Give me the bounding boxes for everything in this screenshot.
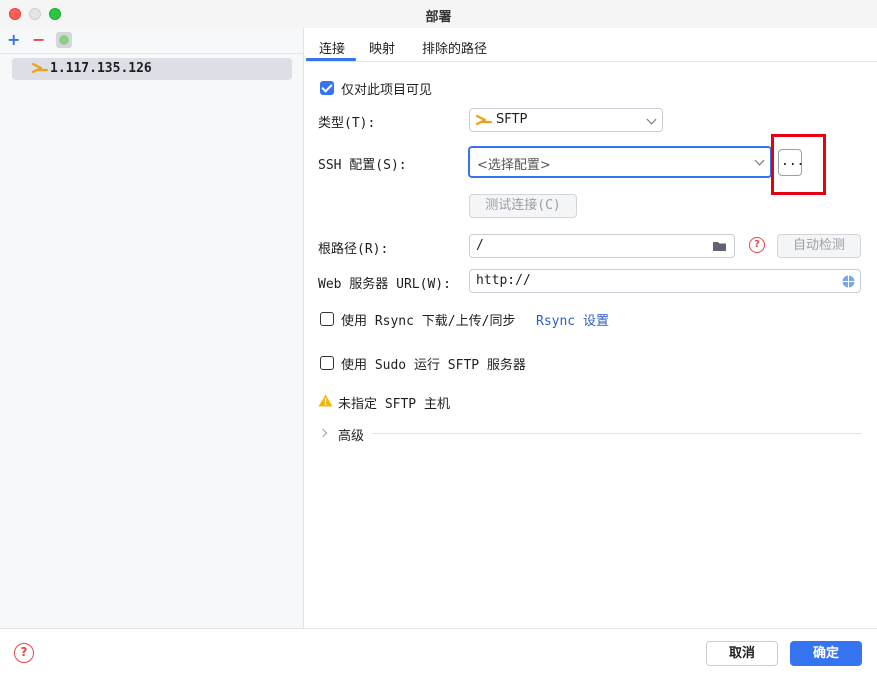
rsync-checkbox[interactable] bbox=[320, 312, 334, 326]
web-url-field[interactable]: http:// bbox=[469, 269, 861, 293]
help-icon[interactable]: ? bbox=[14, 643, 34, 663]
type-select[interactable]: SFTP bbox=[469, 108, 663, 132]
ssh-config-label: SSH 配置(S): bbox=[318, 158, 407, 173]
server-list-item[interactable]: 1.117.135.126 bbox=[12, 58, 292, 80]
autodetect-button[interactable]: 自动检测 bbox=[777, 234, 861, 258]
server-list-panel: + − 1.117.135.126 bbox=[0, 28, 304, 628]
ok-button[interactable]: 确定 bbox=[790, 641, 862, 666]
chevron-down-icon bbox=[754, 155, 765, 166]
rsync-label: 使用 Rsync 下载/上传/同步 bbox=[341, 314, 516, 329]
type-select-value: SFTP bbox=[496, 112, 528, 127]
ssh-config-select[interactable]: <选择配置> bbox=[468, 146, 772, 178]
highlight-annotation bbox=[771, 134, 826, 195]
sftp-icon bbox=[31, 61, 50, 77]
dialog-footer: ? 取消 确定 bbox=[0, 628, 877, 676]
title-bar: 部署 bbox=[0, 0, 877, 28]
tab-excluded-paths[interactable]: 排除的路径 bbox=[422, 38, 487, 57]
globe-icon[interactable] bbox=[842, 275, 855, 292]
sftp-icon bbox=[475, 113, 494, 133]
active-tab-indicator bbox=[306, 58, 356, 61]
tab-connection[interactable]: 连接 bbox=[319, 38, 345, 57]
warning-message: 未指定 SFTP 主机 bbox=[338, 397, 450, 412]
cancel-button[interactable]: 取消 bbox=[706, 641, 778, 666]
root-path-label: 根路径(R): bbox=[318, 242, 389, 257]
folder-icon[interactable] bbox=[712, 240, 728, 256]
web-url-label: Web 服务器 URL(W): bbox=[318, 277, 451, 292]
warning-icon bbox=[318, 394, 333, 411]
remove-server-icon[interactable]: − bbox=[32, 31, 45, 49]
advanced-section-label[interactable]: 高级 bbox=[338, 425, 364, 444]
server-list-toolbar: + − bbox=[0, 28, 304, 54]
ssh-config-placeholder: <选择配置> bbox=[477, 158, 551, 173]
sudo-label: 使用 Sudo 运行 SFTP 服务器 bbox=[341, 358, 526, 373]
root-path-field[interactable]: / bbox=[469, 234, 735, 258]
tab-mappings[interactable]: 映射 bbox=[369, 38, 395, 57]
visible-only-checkbox[interactable] bbox=[320, 81, 334, 95]
help-icon[interactable]: ? bbox=[749, 237, 765, 253]
sudo-checkbox[interactable] bbox=[320, 356, 334, 370]
tab-bar: 连接 映射 排除的路径 bbox=[305, 28, 877, 62]
chevron-right-icon[interactable] bbox=[318, 428, 328, 438]
server-item-label: 1.117.135.126 bbox=[50, 61, 152, 76]
web-url-value: http:// bbox=[476, 273, 531, 288]
root-path-value: / bbox=[476, 238, 484, 253]
advanced-divider bbox=[372, 433, 862, 434]
type-label: 类型(T): bbox=[318, 116, 376, 131]
add-server-icon[interactable]: + bbox=[7, 31, 20, 49]
window-title: 部署 bbox=[425, 10, 452, 25]
set-default-icon[interactable] bbox=[56, 32, 72, 48]
test-connection-button[interactable]: 测试连接(C) bbox=[469, 194, 577, 218]
rsync-settings-link[interactable]: Rsync 设置 bbox=[536, 310, 609, 329]
visible-only-label: 仅对此项目可见 bbox=[341, 83, 433, 98]
chevron-down-icon bbox=[646, 114, 657, 125]
